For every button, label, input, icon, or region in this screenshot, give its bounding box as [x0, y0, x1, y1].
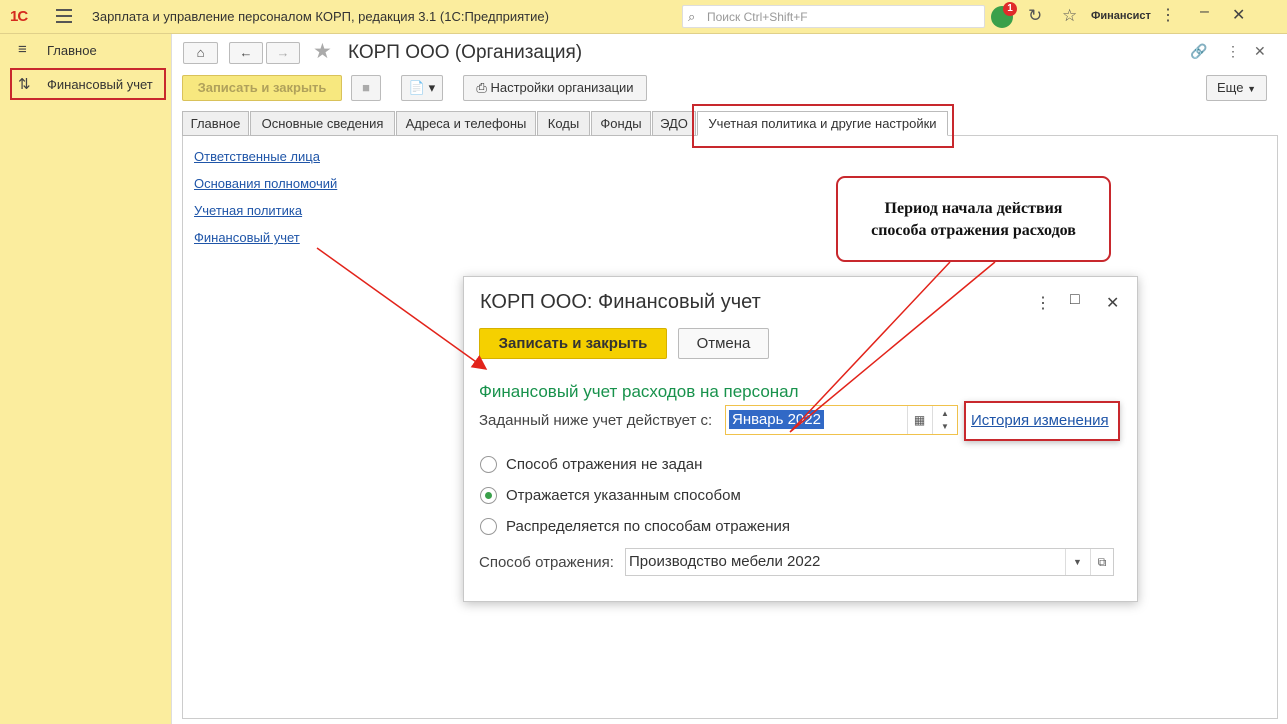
history-link[interactable]: История изменения: [971, 412, 1109, 429]
forward-button[interactable]: →: [266, 42, 300, 64]
app-logo: 1С: [10, 8, 28, 25]
dialog-close-icon[interactable]: ✕: [1106, 293, 1119, 313]
tab-edo[interactable]: ЭДО: [652, 111, 696, 136]
radio-specified-method[interactable]: [480, 487, 497, 504]
financial-accounting-dialog: КОРП ООО: Финансовый учет ⋮ □ ✕ Записать…: [463, 276, 1138, 602]
radio-not-set[interactable]: [480, 456, 497, 473]
radio-distributed-label[interactable]: Распределяется по способам отражения: [506, 518, 790, 535]
open-item-icon[interactable]: ⧉: [1090, 549, 1113, 575]
notification-badge: 1: [1003, 2, 1017, 16]
app-title: Зарплата и управление персоналом КОРП, р…: [92, 9, 549, 24]
minimize-icon[interactable]: –: [1200, 3, 1209, 21]
save-icon[interactable]: ■: [351, 75, 381, 101]
link-authority-grounds[interactable]: Основания полномочий: [194, 176, 337, 191]
period-spinner[interactable]: ▲ ▼: [932, 406, 957, 434]
link-accounting-policy[interactable]: Учетная политика: [194, 203, 302, 218]
home-button[interactable]: ⌂: [183, 42, 218, 64]
radio-not-set-label[interactable]: Способ отражения не задан: [506, 456, 702, 473]
chevron-down-icon: ▼: [1247, 84, 1256, 94]
section-title: Финансовый учет расходов на персонал: [479, 382, 799, 401]
more-menu-icon[interactable]: ⋮: [1160, 5, 1176, 25]
tab-basic-info[interactable]: Основные сведения: [250, 111, 395, 136]
sidebar: ≡ Главное ⇅ Финансовый учет: [0, 34, 172, 724]
period-label: Заданный ниже учет действует с:: [479, 412, 713, 429]
dialog-more-icon[interactable]: ⋮: [1035, 293, 1051, 313]
history-icon[interactable]: ↻: [1028, 6, 1042, 26]
tab-codes[interactable]: Коды: [537, 111, 590, 136]
title-bar: 1С Зарплата и управление персоналом КОРП…: [0, 0, 1287, 34]
org-settings-button[interactable]: ⎙ Настройки организации: [463, 75, 647, 101]
more-button[interactable]: Еще ▼: [1206, 75, 1267, 101]
sidebar-item-main[interactable]: ≡ Главное: [10, 34, 166, 66]
menu-icon: ≡: [18, 41, 27, 58]
callout-line-2: способа отражения расходов: [871, 222, 1076, 239]
period-value: Январь 2022: [729, 410, 824, 429]
print-icon: ⎙: [476, 80, 487, 95]
more-label: Еще: [1217, 80, 1244, 95]
sidebar-item-finance[interactable]: ⇅ Финансовый учет: [10, 68, 166, 100]
sidebar-item-label: Финансовый учет: [47, 77, 153, 92]
back-button[interactable]: ←: [229, 42, 263, 64]
tab-highlight-frame: [692, 104, 954, 148]
chevron-down-icon[interactable]: ▼: [1065, 549, 1089, 575]
org-settings-label: Настройки организации: [490, 80, 634, 95]
method-select[interactable]: Производство мебели 2022 ▼ ⧉: [625, 548, 1114, 576]
method-label: Способ отражения:: [479, 554, 614, 571]
dialog-cancel-button[interactable]: Отмена: [678, 328, 769, 359]
favorite-star-icon[interactable]: ★: [313, 39, 332, 64]
page-title: КОРП ООО (Организация): [348, 42, 583, 63]
form-close-icon[interactable]: ✕: [1254, 43, 1266, 60]
tab-funds[interactable]: Фонды: [591, 111, 651, 136]
method-value: Производство мебели 2022: [629, 553, 821, 570]
search-placeholder: Поиск Ctrl+Shift+F: [707, 10, 808, 24]
maximize-icon[interactable]: □: [1070, 291, 1080, 309]
history-highlight-frame: История изменения: [964, 401, 1120, 441]
annotation-callout: Период начала действия способа отражения…: [836, 176, 1111, 262]
link-financial-accounting[interactable]: Финансовый учет: [194, 230, 300, 245]
radio-specified-method-label[interactable]: Отражается указанным способом: [506, 487, 741, 504]
tab-addresses[interactable]: Адреса и телефоны: [396, 111, 536, 136]
sidebar-item-label: Главное: [47, 43, 97, 58]
link-icon[interactable]: 🔗: [1190, 43, 1207, 60]
tab-main[interactable]: Главное: [182, 111, 249, 136]
form-more-icon[interactable]: ⋮: [1226, 43, 1240, 60]
calendar-icon[interactable]: ▦: [907, 406, 931, 434]
attachments-dropdown-button[interactable]: 📄 ▾: [401, 75, 443, 101]
favorites-star-icon[interactable]: ☆: [1062, 6, 1077, 26]
callout-line-1: Период начала действия: [884, 200, 1063, 217]
radio-distributed[interactable]: [480, 518, 497, 535]
search-icon: ⌕: [688, 9, 696, 24]
period-input[interactable]: Январь 2022 ▦ ▲ ▼: [725, 405, 958, 435]
save-close-button[interactable]: Записать и закрыть: [182, 75, 342, 101]
finance-icon: ⇅: [18, 76, 31, 93]
link-responsible-persons[interactable]: Ответственные лица: [194, 149, 320, 164]
dialog-save-close-button[interactable]: Записать и закрыть: [479, 328, 667, 359]
main-menu-icon[interactable]: [56, 9, 72, 23]
dialog-title: КОРП ООО: Финансовый учет: [480, 291, 761, 313]
search-input[interactable]: ⌕ Поиск Ctrl+Shift+F: [682, 5, 985, 28]
close-window-icon[interactable]: ✕: [1232, 5, 1245, 25]
current-user[interactable]: Финансист: [1091, 10, 1151, 22]
